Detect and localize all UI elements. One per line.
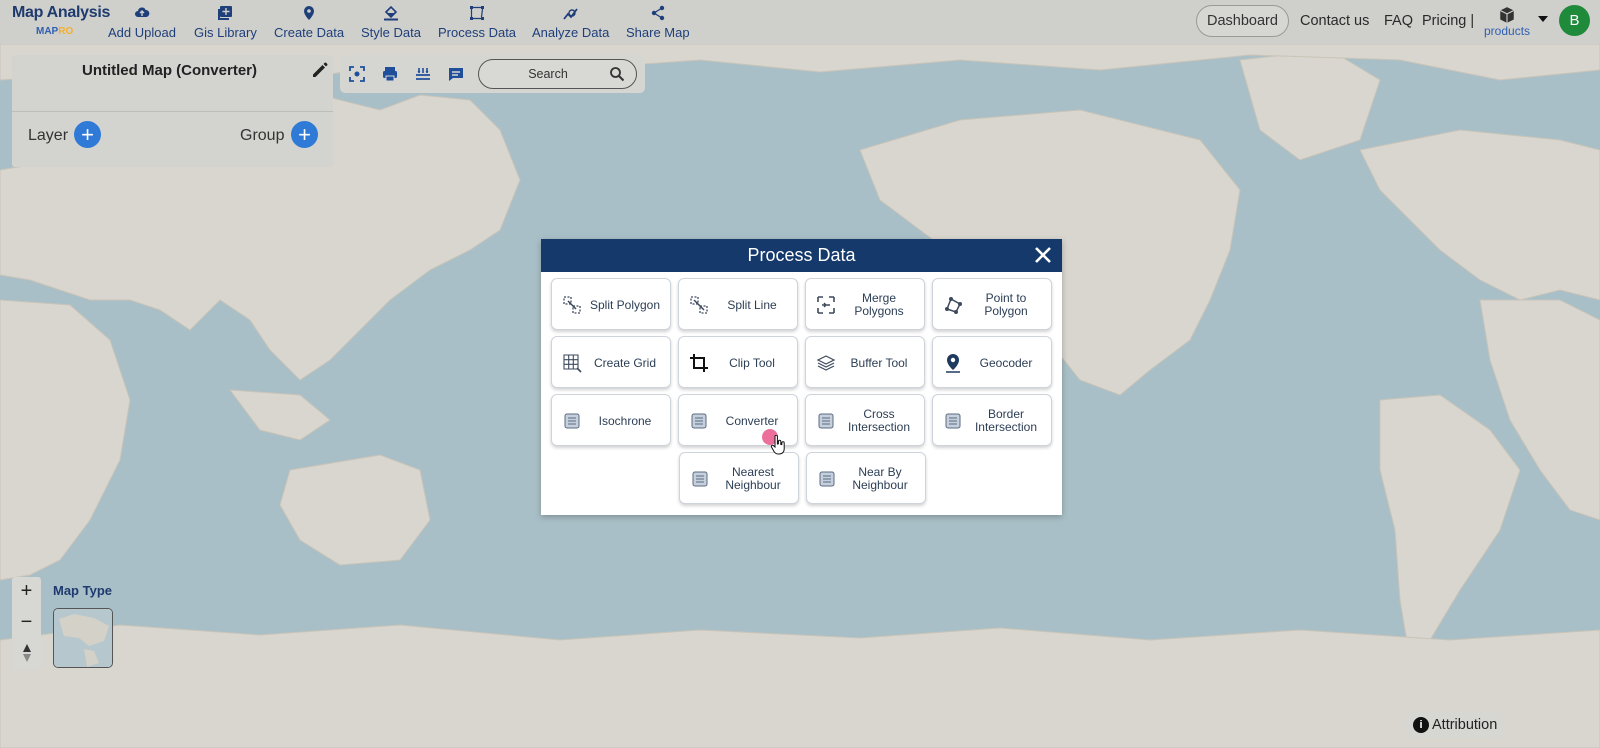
- cross-intersection-icon: [818, 413, 834, 429]
- map-type-thumbnail[interactable]: [53, 608, 113, 668]
- split-line-icon: [690, 296, 708, 314]
- layer-panel: Untitled Map (Converter) Layer + Group +: [12, 55, 333, 167]
- compass-button[interactable]: [12, 638, 41, 668]
- group-label: Group: [240, 127, 285, 144]
- avatar[interactable]: B: [1559, 5, 1590, 36]
- tool-label: Split Line: [727, 297, 777, 312]
- dashboard-button[interactable]: Dashboard: [1196, 5, 1289, 37]
- border-intersection-icon: [945, 413, 961, 429]
- layer-label: Layer: [28, 127, 69, 144]
- tool-label: Near By Neighbour: [852, 465, 908, 492]
- panel-divider: [12, 111, 333, 112]
- tool-label: Cross Intersection: [847, 407, 911, 434]
- paint-bucket-icon: [361, 5, 421, 23]
- nav-share-map[interactable]: Share Map: [626, 5, 690, 40]
- products-menu[interactable]: products: [1484, 6, 1530, 38]
- process-data-dialog: Process Data Split Polygon Split Line Me…: [541, 239, 1062, 515]
- pencil-icon[interactable]: [310, 60, 330, 80]
- library-icon: [194, 5, 257, 23]
- tool-label: Split Polygon: [589, 297, 661, 312]
- attribution-button[interactable]: i Attribution: [1405, 712, 1506, 738]
- app-logo[interactable]: Map Analysis MAPRO: [12, 4, 111, 37]
- tool-label: Point to Polygon: [984, 291, 1028, 318]
- tool-label: Merge Polygons: [854, 291, 904, 318]
- split-polygon-icon: [563, 296, 581, 314]
- add-group-button[interactable]: +: [291, 121, 318, 148]
- nav-style-data[interactable]: Style Data: [361, 5, 421, 40]
- nav-analyze-data[interactable]: Analyze Data: [532, 5, 609, 40]
- isochrone-icon: [564, 413, 580, 429]
- tool-label: Clip Tool: [729, 355, 775, 370]
- tool-border-intersection[interactable]: Border Intersection: [932, 394, 1052, 446]
- map-title: Untitled Map (Converter): [81, 62, 257, 79]
- top-navbar: Map Analysis MAPRO Add Upload Gis Librar…: [0, 0, 1600, 44]
- tool-split-polygon[interactable]: Split Polygon: [551, 278, 671, 330]
- tool-label: Isochrone: [598, 413, 652, 428]
- point-to-polygon-icon: [945, 297, 962, 314]
- grid-icon: [563, 354, 582, 373]
- crop-icon: [690, 354, 708, 372]
- zoom-out-button[interactable]: −: [12, 608, 41, 638]
- location-pin-icon: [274, 5, 344, 23]
- search-icon[interactable]: [609, 66, 625, 82]
- tool-point-to-polygon[interactable]: Point to Polygon: [932, 278, 1052, 330]
- nav-add-upload[interactable]: Add Upload: [108, 5, 176, 40]
- cloud-upload-icon: [108, 5, 176, 23]
- contact-us-link[interactable]: Contact us: [1300, 0, 1369, 42]
- logo-title: Map Analysis: [12, 4, 111, 21]
- near-by-neighbour-icon: [819, 471, 835, 487]
- zoom-in-button[interactable]: +: [12, 577, 41, 607]
- merge-polygons-icon: [817, 296, 835, 314]
- tool-split-line[interactable]: Split Line: [678, 278, 798, 330]
- map-thumbnail-image: [54, 609, 112, 667]
- analyze-icon: [532, 5, 609, 23]
- info-icon: i: [1413, 717, 1429, 733]
- tool-clip-tool[interactable]: Clip Tool: [678, 336, 798, 388]
- tool-create-grid[interactable]: Create Grid: [551, 336, 671, 388]
- tool-label: Buffer Tool: [850, 355, 908, 370]
- tool-geocoder[interactable]: Geocoder: [932, 336, 1052, 388]
- chevron-down-icon[interactable]: [1538, 15, 1548, 23]
- map-toolbar: [340, 55, 645, 93]
- compass-icon: [22, 644, 31, 662]
- nav-gis-library[interactable]: Gis Library: [194, 5, 257, 40]
- logo-subtitle: MAPRO: [36, 26, 74, 37]
- share-icon: [626, 5, 690, 23]
- nearest-neighbour-icon: [692, 471, 708, 487]
- tool-buffer-tool[interactable]: Buffer Tool: [805, 336, 925, 388]
- zoom-control: + −: [12, 577, 41, 669]
- tool-nearest-neighbour[interactable]: Nearest Neighbour: [679, 452, 799, 504]
- search-box: [478, 59, 637, 89]
- converter-icon: [691, 413, 707, 429]
- tool-isochrone[interactable]: Isochrone: [551, 394, 671, 446]
- nav-process-data[interactable]: Process Data: [438, 5, 516, 40]
- comment-icon[interactable]: [447, 65, 465, 83]
- nav-create-data[interactable]: Create Data: [274, 5, 344, 40]
- add-layer-button[interactable]: +: [74, 121, 101, 148]
- tool-near-by-neighbour[interactable]: Near By Neighbour: [806, 452, 926, 504]
- map-type-label: Map Type: [53, 583, 112, 598]
- search-input[interactable]: [493, 65, 603, 83]
- tool-merge-polygons[interactable]: Merge Polygons: [805, 278, 925, 330]
- faq-link[interactable]: FAQ: [1384, 0, 1413, 42]
- process-nodes-icon: [438, 5, 516, 23]
- dialog-title: Process Data: [747, 245, 856, 265]
- tool-label: Create Grid: [593, 355, 657, 370]
- pricing-link[interactable]: Pricing |: [1422, 0, 1474, 42]
- close-icon[interactable]: [1032, 244, 1054, 266]
- cube-icon: [1500, 7, 1515, 23]
- tool-label: Border Intersection: [974, 407, 1038, 434]
- hand-cursor-icon: [770, 435, 785, 455]
- geocoder-pin-icon: [946, 354, 960, 373]
- measure-icon[interactable]: [414, 65, 432, 83]
- focus-icon[interactable]: [348, 65, 366, 83]
- layers-icon: [816, 355, 836, 371]
- dialog-header: Process Data: [541, 239, 1062, 272]
- print-icon[interactable]: [381, 65, 399, 83]
- tool-cross-intersection[interactable]: Cross Intersection: [805, 394, 925, 446]
- tool-label: Nearest Neighbour: [725, 465, 781, 492]
- tool-label: Geocoder: [979, 355, 1033, 370]
